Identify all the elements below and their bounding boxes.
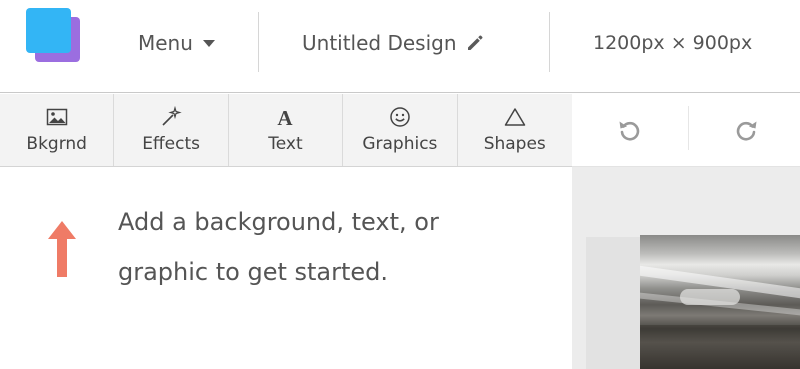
canvas-workspace[interactable]	[572, 167, 800, 369]
svg-text:A: A	[278, 106, 294, 128]
hint-line: Add a background, text, or	[118, 208, 439, 236]
tool-graphics[interactable]: Graphics	[343, 94, 458, 166]
tool-text[interactable]: A Text	[229, 94, 344, 166]
magic-wand-icon	[160, 106, 182, 128]
undo-icon	[619, 121, 640, 141]
text-a-icon: A	[274, 106, 296, 128]
tool-panel: Add a background, text, or graphic to ge…	[0, 167, 572, 369]
chevron-down-icon	[202, 39, 215, 47]
canvas-background-photo[interactable]	[640, 235, 800, 369]
design-title: Untitled Design	[302, 31, 457, 55]
top-header: Menu Untitled Design 1200px × 900px	[0, 0, 800, 93]
tool-label: Effects	[142, 134, 200, 154]
image-icon	[46, 106, 68, 128]
pencil-icon	[467, 35, 483, 50]
tool-effects[interactable]: Effects	[114, 94, 229, 166]
tool-shapes[interactable]: Shapes	[458, 94, 572, 166]
tool-bar: Bkgrnd Effects A Text Graphics Shapes	[0, 94, 572, 167]
header-divider	[258, 12, 259, 72]
tool-label: Bkgrnd	[26, 134, 87, 154]
tool-label: Graphics	[362, 134, 438, 154]
smiley-icon	[389, 106, 411, 128]
logo-front-square	[26, 8, 71, 53]
empty-state-hint: Add a background, text, or graphic to ge…	[118, 197, 538, 297]
tool-label: Shapes	[483, 134, 546, 154]
hint-line: graphic to get started.	[118, 258, 389, 286]
menu-button[interactable]: Menu	[138, 28, 215, 58]
history-controls	[572, 94, 800, 167]
redo-button[interactable]	[688, 94, 800, 166]
canvas-size: 1200px × 900px	[593, 32, 753, 54]
app-logo[interactable]	[26, 8, 80, 62]
triangle-icon	[504, 106, 526, 128]
tool-background[interactable]: Bkgrnd	[0, 94, 115, 166]
header-divider	[549, 12, 550, 72]
tool-label: Text	[268, 134, 303, 154]
undo-button[interactable]	[572, 94, 688, 166]
menu-label: Menu	[138, 31, 193, 55]
redo-icon	[736, 121, 757, 141]
design-title-button[interactable]: Untitled Design	[302, 28, 485, 58]
arrow-up-icon	[48, 221, 76, 281]
